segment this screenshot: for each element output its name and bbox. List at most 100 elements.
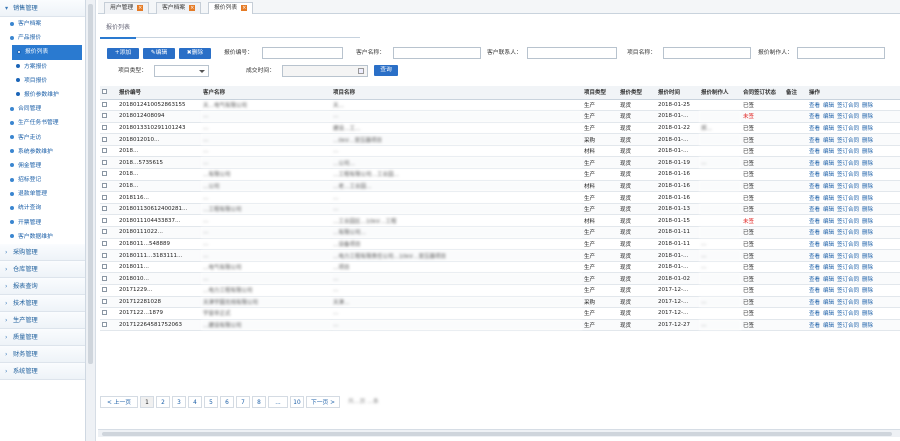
deal-time-input[interactable] — [282, 65, 368, 77]
page-button[interactable]: 8 — [252, 396, 266, 408]
tab-quote-list[interactable]: 报价列表 × — [208, 2, 254, 14]
sidebar-item-15[interactable]: 客户数据维护 — [0, 230, 85, 244]
view-link[interactable]: 查看 — [809, 114, 820, 120]
edit-link[interactable]: 编辑 — [823, 184, 834, 190]
view-link[interactable]: 查看 — [809, 196, 820, 202]
row-checkbox[interactable] — [102, 229, 107, 235]
delete-link[interactable]: 删除 — [862, 161, 873, 167]
edit-link[interactable]: 编辑 — [823, 254, 834, 260]
sign-contract-link[interactable]: 签订合同 — [837, 219, 859, 225]
view-link[interactable]: 查看 — [809, 126, 820, 132]
page-button[interactable]: 10 — [290, 396, 304, 408]
horizontal-scrollbar[interactable] — [98, 429, 900, 437]
view-link[interactable]: 查看 — [809, 288, 820, 294]
sidebar-item-8[interactable]: 客户走访 — [0, 131, 85, 145]
sidebar-item-10[interactable]: 佣金管理 — [0, 159, 85, 173]
delete-link[interactable]: 删除 — [862, 254, 873, 260]
delete-link[interactable]: 删除 — [862, 196, 873, 202]
row-checkbox[interactable] — [102, 264, 107, 270]
table-row[interactable]: 2018012408094…… 生产 现货 2018-01-… 未签 查看 编辑 签订合同 删除 — [100, 110, 900, 123]
sidebar-item-14[interactable]: 开票管理 — [0, 216, 85, 230]
table-row[interactable]: 2018… …公司 …老…工业园… 材料 现货 2018-01-16 已签 查看 编辑 签订合同删… — [100, 180, 900, 193]
sign-contract-link[interactable]: 签订合同 — [837, 254, 859, 260]
view-link[interactable]: 查看 — [809, 311, 820, 317]
sign-contract-link[interactable]: 签订合同 — [837, 288, 859, 294]
delete-link[interactable]: 删除 — [862, 184, 873, 190]
delete-link[interactable]: 删除 — [862, 103, 873, 109]
delete-link[interactable]: 删除 — [862, 114, 873, 120]
close-icon[interactable]: × — [137, 4, 144, 11]
select-all-checkbox[interactable] — [102, 89, 107, 95]
sign-contract-link[interactable]: 签订合同 — [837, 277, 859, 283]
view-link[interactable]: 查看 — [809, 172, 820, 178]
row-select-cell[interactable] — [100, 168, 117, 181]
page-button[interactable]: 5 — [204, 396, 218, 408]
sign-contract-link[interactable]: 签订合同 — [837, 207, 859, 213]
view-link[interactable]: 查看 — [809, 184, 820, 190]
delete-link[interactable]: 删除 — [862, 138, 873, 144]
calendar-icon[interactable] — [358, 68, 364, 74]
prev-page-button[interactable]: < 上一页 — [100, 396, 138, 408]
row-select-cell[interactable] — [100, 214, 117, 228]
close-icon[interactable]: × — [241, 4, 248, 11]
tab-customer-archive[interactable]: 客户档案 × — [156, 2, 202, 14]
sign-contract-link[interactable]: 签订合同 — [837, 172, 859, 178]
table-row[interactable]: 2018011104433837…… …工业园区…10kV…工程 材料 现货 2018-… — [100, 214, 900, 228]
row-select-cell[interactable] — [100, 110, 117, 123]
row-select-cell[interactable] — [100, 226, 117, 239]
delete-link[interactable]: 删除 — [862, 126, 873, 132]
table-row[interactable]: 2018… …有限公司 …工程有限公司…工业园… 生产 现货 2018-01-16 已签 查看… — [100, 168, 900, 181]
sign-contract-link[interactable]: 签订合同 — [837, 184, 859, 190]
table-row[interactable]: 2018013310291101243… 建设…工… 生产 现货 2018-01-22 郑… — [100, 122, 900, 135]
page-button[interactable]: 3 — [172, 396, 186, 408]
sidebar-group-7[interactable]: › 系统管理 — [0, 363, 85, 380]
row-select-cell[interactable] — [100, 133, 117, 146]
sidebar-group-2[interactable]: › 报表查询 — [0, 278, 85, 295]
sign-contract-link[interactable]: 签订合同 — [837, 323, 859, 329]
quote-no-input[interactable] — [262, 47, 343, 59]
edit-link[interactable]: 编辑 — [823, 311, 834, 317]
table-row[interactable]: 20180111022…… …有限公司… 生产 现货 2018-01-11 已签 查看 编辑签… — [100, 226, 900, 239]
sidebar-item-sub-4[interactable]: 项目报价 — [0, 74, 85, 88]
sidebar-group-0[interactable]: › 采购管理 — [0, 244, 85, 261]
row-select-cell[interactable] — [100, 319, 117, 332]
table-row[interactable]: 20171229… …电力工程有限公司… 生产 现货 2017-12-… 已签 查看 编辑 签订… — [100, 284, 900, 297]
search-button[interactable]: 查询 — [374, 65, 398, 76]
sign-contract-link[interactable]: 签订合同 — [837, 311, 859, 317]
sidebar-scrollbar[interactable] — [86, 0, 96, 441]
project-type-select[interactable] — [154, 65, 209, 77]
delete-link[interactable]: 删除 — [862, 230, 873, 236]
table-row[interactable]: 2018011… …电气有限公司 …项目 生产 现货 2018-01-…… 已签 查看 编辑 签订… — [100, 261, 900, 274]
row-select-cell[interactable] — [100, 99, 117, 112]
page-button[interactable]: 7 — [236, 396, 250, 408]
edit-link[interactable]: 编辑 — [823, 196, 834, 202]
page-button[interactable]: ... — [268, 396, 288, 408]
sign-contract-link[interactable]: 签订合同 — [837, 114, 859, 120]
row-select-cell[interactable] — [100, 296, 117, 309]
delete-link[interactable]: 删除 — [862, 172, 873, 178]
row-select-cell[interactable] — [100, 284, 117, 297]
edit-link[interactable]: 编辑 — [823, 103, 834, 109]
row-checkbox[interactable] — [102, 217, 107, 223]
sidebar-item-11[interactable]: 招标登记 — [0, 173, 85, 187]
row-checkbox[interactable] — [102, 310, 107, 316]
row-checkbox[interactable] — [102, 113, 107, 119]
select-all-cell[interactable] — [100, 86, 117, 100]
sign-contract-link[interactable]: 签订合同 — [837, 138, 859, 144]
delete-link[interactable]: 删除 — [862, 311, 873, 317]
delete-link[interactable]: 删除 — [862, 207, 873, 213]
page-button[interactable]: 1 — [140, 396, 154, 408]
sidebar-item-7[interactable]: 生产任务书管理 — [0, 116, 85, 130]
sidebar-item-sub-2[interactable]: 报价列表 — [12, 45, 82, 60]
row-checkbox[interactable] — [102, 252, 107, 258]
scrollbar-thumb[interactable] — [102, 432, 892, 436]
edit-link[interactable]: 编辑 — [823, 242, 834, 248]
page-button[interactable]: 6 — [220, 396, 234, 408]
sidebar-item-9[interactable]: 系统参数维护 — [0, 145, 85, 159]
row-checkbox[interactable] — [102, 159, 107, 165]
sign-contract-link[interactable]: 签订合同 — [837, 126, 859, 132]
row-select-cell[interactable] — [100, 180, 117, 193]
view-link[interactable]: 查看 — [809, 254, 820, 260]
sign-contract-link[interactable]: 签订合同 — [837, 265, 859, 271]
row-select-cell[interactable] — [100, 145, 117, 158]
